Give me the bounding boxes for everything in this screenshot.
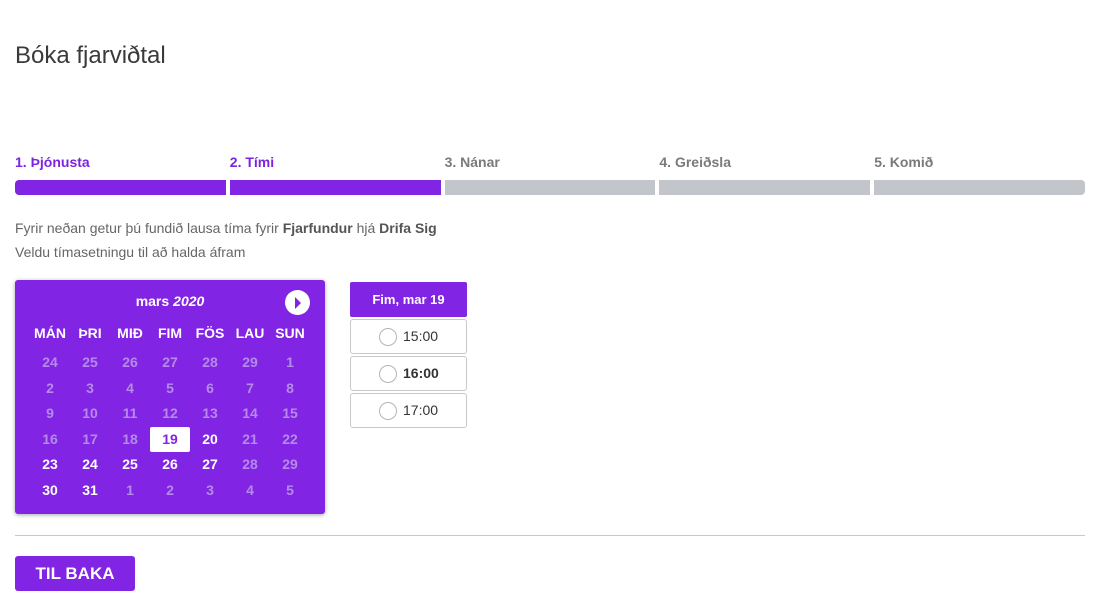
radio-circle-icon	[379, 402, 397, 420]
calendar-day: 5	[166, 379, 174, 396]
step-time: 2. Tími	[229, 154, 441, 195]
calendar-day: 13	[202, 405, 218, 422]
step-bar	[15, 180, 226, 195]
intro-text: Fyrir neðan getur þú fundið lausa tíma f…	[15, 216, 437, 264]
calendar-day: 1	[126, 481, 134, 498]
calendar-day: 21	[242, 430, 258, 447]
weekday-label: ÞRI	[78, 325, 102, 341]
calendar-day: 26	[122, 354, 138, 370]
calendar-day: 16	[42, 430, 58, 447]
intro-line-1: Fyrir neðan getur þú fundið lausa tíma f…	[15, 216, 437, 240]
step-service: 1. Þjónusta	[15, 154, 226, 195]
calendar-day[interactable]: 30	[30, 478, 70, 504]
calendar-day[interactable]: 24	[70, 452, 110, 478]
time-slot-list: Fim, mar 19 15:00 16:00 17:00	[350, 282, 467, 428]
weekday-header: MÁN ÞRI MIÐ FIM FÖS LAU SUN	[30, 325, 310, 341]
time-slot[interactable]: 17:00	[350, 393, 467, 428]
calendar-day: 24	[42, 354, 58, 370]
step-bar	[659, 180, 871, 195]
selected-date-header: Fim, mar 19	[350, 282, 467, 317]
time-slot[interactable]: 15:00	[350, 319, 467, 354]
progress-steps: 1. Þjónusta 2. Tími 3. Nánar 4. Greiðsla…	[15, 154, 1085, 195]
next-month-button[interactable]	[285, 290, 310, 315]
calendar-day-selected[interactable]: 19	[150, 426, 190, 453]
calendar-day: 4	[246, 481, 254, 498]
service-name: Fjarfundur	[282, 220, 353, 236]
step-bar	[874, 180, 1085, 195]
step-details: 3. Nánar	[444, 154, 656, 195]
calendar-day: 28	[202, 354, 218, 370]
divider	[15, 535, 1085, 536]
step-bar	[229, 180, 441, 195]
time-slot-label: 15:00	[403, 328, 439, 344]
calendar-day: 9	[46, 405, 54, 422]
page-title: Bóka fjarviðtal	[15, 42, 166, 69]
calendar-day: 8	[286, 379, 294, 396]
calendar-day[interactable]: 31	[70, 478, 110, 504]
calendar-day: 14	[242, 405, 258, 422]
calendar-day: 18	[122, 430, 138, 447]
weekday-label: SUN	[275, 325, 305, 341]
calendar-day: 3	[86, 379, 94, 396]
step-label: 1. Þjónusta	[15, 154, 90, 170]
calendar-day: 6	[206, 379, 214, 396]
calendar-day[interactable]: 20	[190, 427, 230, 453]
calendar-year: 2020	[173, 293, 205, 309]
intro-mid: hjá	[352, 220, 380, 236]
calendar-day[interactable]: 27	[190, 452, 230, 478]
calendar-day: 12	[162, 405, 178, 422]
time-slot-label: 16:00	[403, 365, 439, 381]
calendar-day: 15	[282, 405, 298, 422]
calendar-day: 29	[242, 354, 258, 370]
weekday-label: LAU	[235, 325, 265, 341]
radio-circle-icon	[379, 328, 397, 346]
step-label: 2. Tími	[229, 154, 275, 170]
calendar-day: 10	[82, 405, 98, 422]
calendar-day: 3	[206, 481, 214, 498]
provider-name: Drifa Sig	[379, 220, 437, 236]
calendar-month: mars	[135, 293, 170, 309]
calendar-day: 7	[246, 379, 254, 396]
calendar-month-header: mars 2020	[15, 293, 325, 309]
time-slot-label: 17:00	[403, 402, 439, 418]
time-slot[interactable]: 16:00	[350, 356, 467, 391]
calendar-day: 5	[286, 481, 294, 498]
calendar-day[interactable]: 23	[30, 452, 70, 478]
calendar-day: 1	[286, 354, 294, 370]
intro-prefix: Fyrir neðan getur þú fundið lausa tíma f…	[15, 220, 283, 236]
step-bar	[444, 180, 656, 195]
calendar-day: 28	[242, 456, 258, 473]
calendar-day: 25	[82, 354, 98, 370]
step-label: 4. Greiðsla	[659, 154, 731, 170]
calendar-day: 29	[282, 456, 298, 473]
step-label: 5. Komið	[874, 154, 934, 170]
calendar-day: 2	[46, 379, 54, 396]
calendar-day-grid: 24 25 26 27 28 29 1 2 3 4 5 6 7 8 9 10 11 12 13 14 15 16 17 18 1…	[30, 350, 310, 504]
intro-line-2: Veldu tímasetningu til að halda áfram	[15, 244, 246, 260]
next-month-arrow-icon	[295, 297, 301, 309]
calendar-day[interactable]: 26	[150, 452, 190, 478]
weekday-label: FIM	[157, 325, 183, 341]
step-label: 3. Nánar	[444, 154, 500, 170]
calendar-day[interactable]: 25	[110, 452, 150, 478]
weekday-label: FÖS	[195, 325, 225, 341]
weekday-label: MÁN	[34, 325, 66, 341]
date-picker-calendar: mars 2020 MÁN ÞRI MIÐ FIM FÖS LAU SUN 24 2…	[15, 280, 325, 514]
calendar-day: 2	[166, 481, 174, 498]
calendar-day: 4	[126, 379, 134, 396]
back-button[interactable]: TIL BAKA	[15, 556, 135, 591]
calendar-day: 17	[82, 430, 98, 447]
step-done: 5. Komið	[874, 154, 1085, 195]
calendar-day: 22	[282, 430, 298, 447]
radio-circle-icon	[379, 365, 397, 383]
calendar-day: 27	[162, 354, 178, 370]
calendar-day: 11	[122, 405, 138, 422]
weekday-label: MIÐ	[117, 325, 143, 341]
step-payment: 4. Greiðsla	[659, 154, 871, 195]
